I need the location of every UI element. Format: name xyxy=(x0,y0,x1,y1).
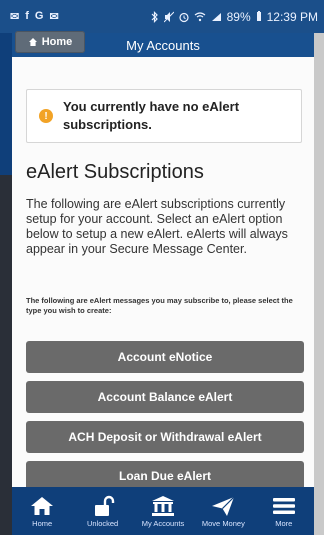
mail-icon: ✉ xyxy=(10,11,20,23)
nav-my-accounts[interactable]: My Accounts xyxy=(134,487,192,535)
alarm-icon xyxy=(178,12,189,22)
battery-percentage: 89% xyxy=(226,9,251,24)
bluetooth-icon xyxy=(151,10,158,23)
nav-my-accounts-label: My Accounts xyxy=(141,518,185,528)
bank-icon xyxy=(151,495,174,516)
battery-icon xyxy=(256,11,261,21)
left-background-strip xyxy=(0,0,12,535)
google-icon: G xyxy=(34,10,44,22)
status-time: 12:39 PM xyxy=(266,9,318,24)
nav-home-label: Home xyxy=(32,518,53,528)
section-title: eAlert Subscriptions xyxy=(26,161,204,183)
nav-unlocked-label: Unlocked xyxy=(86,518,119,528)
status-left-icons: ✉ f G ✉ xyxy=(10,10,59,23)
send-icon xyxy=(212,496,235,516)
nav-move-money[interactable]: Move Money xyxy=(194,487,252,535)
home-icon xyxy=(31,496,54,515)
nav-more-label: More xyxy=(275,518,293,528)
account-enotice-button[interactable]: Account eNotice xyxy=(26,341,304,373)
app-header: Home My Accounts xyxy=(12,31,314,57)
status-bar: ✉ f G ✉ 89% 12:39 PM xyxy=(0,0,324,33)
status-right: 89% 12:39 PM xyxy=(150,10,318,24)
ach-deposit-withdrawal-ealert-button[interactable]: ACH Deposit or Withdrawal eAlert xyxy=(26,421,304,453)
nav-unlocked[interactable]: Unlocked xyxy=(74,487,132,535)
menu-icon xyxy=(272,497,295,514)
no-subscriptions-alert: ! You currently have no eAlert subscript… xyxy=(26,89,302,143)
page-title: My Accounts xyxy=(126,37,200,53)
facebook-icon: f xyxy=(25,10,29,22)
account-balance-ealert-button[interactable]: Account Balance eAlert xyxy=(26,381,304,413)
nav-more[interactable]: More xyxy=(255,487,313,535)
warning-icon: ! xyxy=(39,109,53,123)
wifi-icon xyxy=(194,11,205,21)
right-background-strip xyxy=(314,0,324,535)
subscription-note: The following are eAlert messages you ma… xyxy=(26,296,293,315)
section-description: The following are eAlert subscriptions c… xyxy=(26,197,288,256)
message-icon: ✉ xyxy=(49,11,59,23)
alert-message: You currently have no eAlert subscriptio… xyxy=(63,99,240,132)
signal-icon xyxy=(211,12,221,21)
nav-move-money-label: Move Money xyxy=(201,518,245,528)
nav-home[interactable]: Home xyxy=(13,487,71,535)
bottom-nav: Home Unlocked My Accounts Move Money Mor… xyxy=(12,487,314,535)
unlock-icon xyxy=(94,495,114,516)
main-content: ! You currently have no eAlert subscript… xyxy=(12,57,314,491)
mute-icon xyxy=(163,11,174,22)
